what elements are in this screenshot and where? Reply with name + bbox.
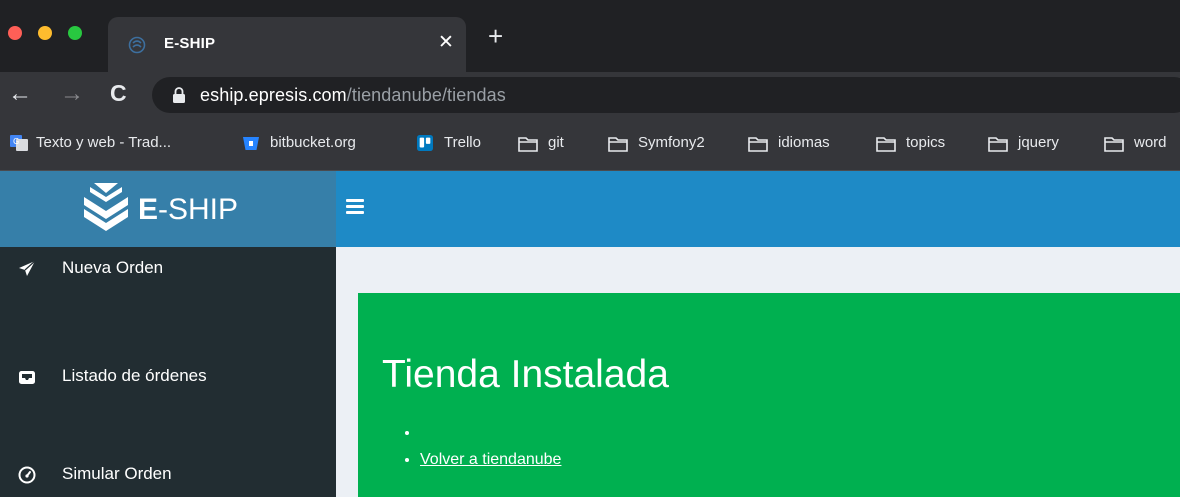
forward-arrow-icon[interactable]: → xyxy=(60,80,84,108)
logo-text-rest: -SHIP xyxy=(158,193,239,226)
url-path: /tiendanube/tiendas xyxy=(346,85,506,105)
folder-icon xyxy=(988,137,1008,152)
sidebar-item-listado-ordenes[interactable]: Listado de órdenes xyxy=(0,357,336,397)
eship-logo-icon xyxy=(84,183,128,231)
app-sidebar: Nueva Orden Listado de órdenes Simular O… xyxy=(0,247,336,497)
browser-tabstrip: E-SHIP ✕ + xyxy=(0,0,1180,72)
list-item-empty xyxy=(420,419,561,446)
folder-icon xyxy=(1104,137,1124,152)
success-callout: Tienda Instalada Volver a tiendanube xyxy=(358,293,1180,497)
hamburger-menu-icon[interactable] xyxy=(346,199,364,215)
tab-title: E-SHIP xyxy=(164,35,216,52)
dashboard-gauge-icon xyxy=(18,466,36,484)
bookmark-folder-git[interactable]: git xyxy=(548,134,564,151)
volver-a-tiendanube-link[interactable]: Volver a tiendanube xyxy=(420,451,561,468)
bookmark-folder-word[interactable]: word xyxy=(1134,134,1167,151)
bookmark-folder-idiomas[interactable]: idiomas xyxy=(778,134,830,151)
folder-icon xyxy=(748,137,768,152)
app-logo-text: E-SHIP xyxy=(138,193,238,227)
browser-tab-active[interactable]: E-SHIP ✕ xyxy=(108,17,466,72)
sidebar-item-simular-orden[interactable]: Simular Orden xyxy=(0,455,336,495)
paper-plane-icon xyxy=(19,260,36,276)
sidebar-item-label: Listado de órdenes xyxy=(62,366,207,385)
folder-icon xyxy=(518,137,538,152)
google-translate-icon: G xyxy=(10,135,28,151)
sidebar-item-nueva-orden[interactable]: Nueva Orden xyxy=(0,249,336,289)
bookmark-folder-symfony2[interactable]: Symfony2 xyxy=(638,134,705,151)
reload-icon[interactable]: C xyxy=(110,80,127,107)
logo-text-bold: E xyxy=(138,193,159,226)
sidebar-item-label: Simular Orden xyxy=(62,464,172,483)
url-host: eship.epresis.com xyxy=(200,85,347,105)
list-item: Volver a tiendanube xyxy=(420,446,561,473)
trello-icon xyxy=(417,135,433,151)
app-logo-area[interactable]: E-SHIP xyxy=(0,171,336,247)
back-arrow-icon[interactable]: ← xyxy=(8,80,32,108)
bookmark-folder-jquery[interactable]: jquery xyxy=(1018,134,1059,151)
bookmark-translate[interactable]: Texto y web - Trad... xyxy=(36,134,171,151)
minimize-window-button[interactable] xyxy=(38,26,52,40)
main-content: Tienda Instalada Volver a tiendanube xyxy=(336,247,1180,497)
folder-icon xyxy=(608,137,628,152)
lock-icon xyxy=(173,87,185,103)
inbox-icon xyxy=(19,371,35,384)
bookmarks-bar: G Texto y web - Trad... bitbucket.org Tr… xyxy=(0,118,1180,171)
new-tab-button[interactable]: + xyxy=(488,23,503,49)
sidebar-item-label: Nueva Orden xyxy=(62,258,164,277)
app-topbar xyxy=(336,171,1180,247)
svg-text:G: G xyxy=(13,137,19,146)
close-window-button[interactable] xyxy=(8,26,22,40)
callout-title: Tienda Instalada xyxy=(382,353,669,396)
tab-close-icon[interactable]: ✕ xyxy=(438,31,454,54)
bookmark-trello[interactable]: Trello xyxy=(444,134,481,151)
eship-favicon-icon xyxy=(128,36,146,54)
bookmark-folder-topics[interactable]: topics xyxy=(906,134,945,151)
page-viewport: E-SHIP Nueva Orden Listado de órdenes Si… xyxy=(0,171,1180,497)
bookmark-bitbucket[interactable]: bitbucket.org xyxy=(270,134,356,151)
bitbucket-icon xyxy=(243,137,259,150)
maximize-window-button[interactable] xyxy=(68,26,82,40)
callout-list: Volver a tiendanube xyxy=(420,419,561,473)
browser-toolbar: ← → C eship.epresis.com/tiendanube/tiend… xyxy=(0,72,1180,118)
address-bar[interactable]: eship.epresis.com/tiendanube/tiendas xyxy=(152,77,1180,113)
folder-icon xyxy=(876,137,896,152)
url-text: eship.epresis.com/tiendanube/tiendas xyxy=(200,85,506,106)
